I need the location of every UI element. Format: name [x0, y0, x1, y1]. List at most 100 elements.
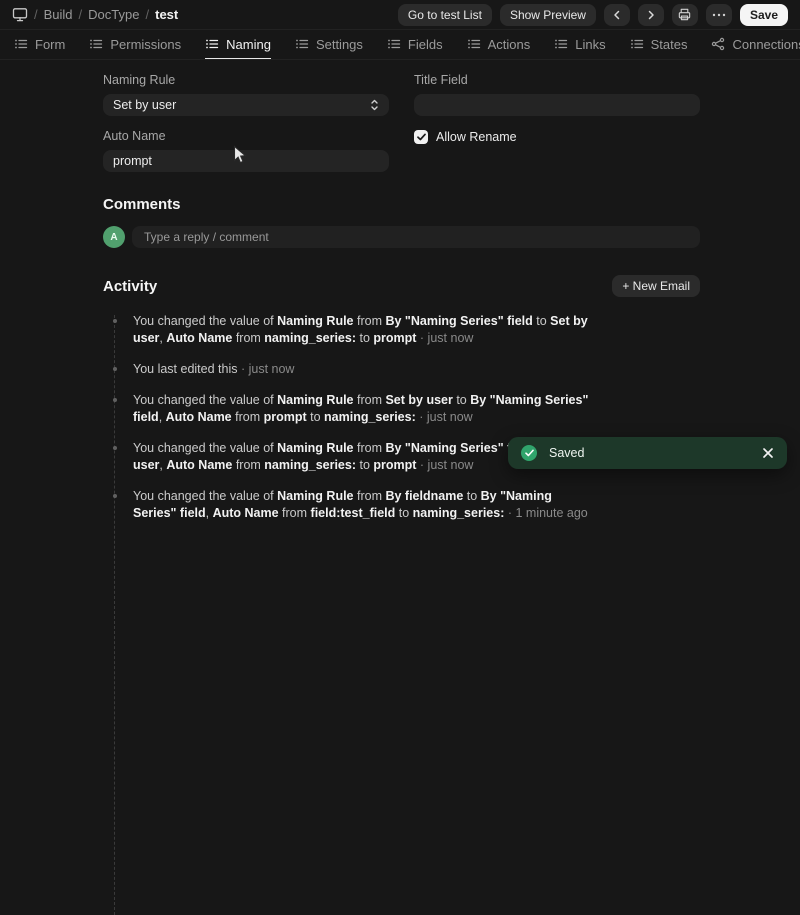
- tab-label: Connections: [732, 37, 800, 52]
- left-column: Naming Rule Set by user Auto Name: [103, 73, 389, 172]
- breadcrumb-current: test: [155, 7, 178, 22]
- tab-label: Settings: [316, 37, 363, 52]
- tab-states[interactable]: States: [630, 30, 688, 59]
- breadcrumb-link-doctype[interactable]: DocType: [88, 7, 139, 22]
- activity-text-segment: from: [232, 410, 264, 424]
- avatar: A: [103, 226, 125, 248]
- activity-text-segment: You last edited this: [133, 362, 237, 376]
- activity-text-segment: naming_series:: [413, 506, 505, 520]
- go-to-list-button[interactable]: Go to test List: [398, 4, 492, 26]
- tab-label: Permissions: [110, 37, 181, 52]
- activity-text-segment: from: [354, 489, 386, 503]
- new-email-button[interactable]: + New Email: [612, 275, 700, 297]
- activity-text-segment: · just now: [237, 362, 294, 376]
- connections-icon: [711, 37, 725, 51]
- activity-text-segment: Naming Rule: [277, 314, 353, 328]
- prev-button[interactable]: [604, 4, 630, 26]
- tab-label: Naming: [226, 37, 271, 52]
- select-chevrons-icon: [370, 98, 379, 112]
- tab-label: Fields: [408, 37, 443, 52]
- next-button[interactable]: [638, 4, 664, 26]
- allow-rename-label: Allow Rename: [436, 130, 517, 144]
- activity-text-segment: By "Naming Series" field: [385, 314, 532, 328]
- toast-saved: Saved: [508, 437, 787, 469]
- activity-text-segment: naming_series:: [264, 458, 356, 472]
- tab-label: Actions: [488, 37, 531, 52]
- title-field-input[interactable]: [414, 94, 700, 116]
- list-icon: [630, 37, 644, 51]
- auto-name-input[interactable]: [103, 150, 389, 172]
- activity-text-segment: to: [395, 506, 412, 520]
- chevron-right-icon: [646, 10, 656, 20]
- print-button[interactable]: [672, 4, 698, 26]
- right-column: Title Field Allow Rename: [414, 73, 700, 172]
- activity-text-segment: You changed the value of: [133, 489, 277, 503]
- activity-text-segment: from: [354, 314, 386, 328]
- activity-text-segment: ,: [159, 410, 166, 424]
- activity-header: Activity + New Email: [103, 275, 700, 297]
- activity-text-segment: to: [356, 458, 373, 472]
- activity-text-segment: naming_series:: [264, 331, 356, 345]
- activity-entry: You changed the value of Naming Rule fro…: [103, 488, 590, 522]
- activity-text-segment: By fieldname: [385, 489, 463, 503]
- activity-text-segment: from: [279, 506, 311, 520]
- activity-text-segment: from: [354, 441, 386, 455]
- timeline-dot: [113, 319, 117, 323]
- comment-input[interactable]: [132, 226, 700, 248]
- auto-name-label: Auto Name: [103, 129, 389, 143]
- tab-connections[interactable]: Connections: [711, 30, 800, 59]
- save-button[interactable]: Save: [740, 4, 788, 26]
- navbar-actions: Go to test List Show Preview Save: [398, 4, 788, 26]
- title-field-label: Title Field: [414, 73, 700, 87]
- tab-actions[interactable]: Actions: [467, 30, 531, 59]
- activity-timeline: You changed the value of Naming Rule fro…: [103, 313, 700, 522]
- activity-text-segment: prompt: [373, 458, 416, 472]
- monitor-icon[interactable]: [12, 7, 28, 22]
- activity-heading: Activity: [103, 278, 157, 295]
- tab-form[interactable]: Form: [14, 30, 65, 59]
- activity-text-segment: · just now: [416, 410, 473, 424]
- activity-entry: You changed the value of Naming Rule fro…: [103, 313, 590, 347]
- activity-text-segment: from: [232, 458, 264, 472]
- tab-links[interactable]: Links: [554, 30, 605, 59]
- naming-rule-select[interactable]: Set by user: [103, 94, 389, 116]
- activity-text-segment: naming_series:: [324, 410, 416, 424]
- tab-naming[interactable]: Naming: [205, 30, 271, 59]
- list-icon: [295, 37, 309, 51]
- activity-text-segment: from: [232, 331, 264, 345]
- tab-settings[interactable]: Settings: [295, 30, 363, 59]
- tab-label: Form: [35, 37, 65, 52]
- list-icon: [387, 37, 401, 51]
- allow-rename-checkbox[interactable]: Allow Rename: [414, 130, 700, 144]
- timeline-dot: [113, 494, 117, 498]
- show-preview-button[interactable]: Show Preview: [500, 4, 596, 26]
- list-icon: [205, 37, 219, 51]
- activity-text-segment: to: [463, 489, 480, 503]
- activity-text-segment: to: [533, 314, 550, 328]
- activity-text-segment: to: [307, 410, 324, 424]
- comments-section: Comments A: [103, 196, 700, 248]
- activity-section: Activity + New Email You changed the val…: [103, 275, 700, 522]
- list-icon: [89, 37, 103, 51]
- toast-message: Saved: [549, 446, 584, 460]
- chevron-left-icon: [612, 10, 622, 20]
- activity-text-segment: You changed the value of: [133, 441, 277, 455]
- activity-entry: You changed the value of Naming Rule fro…: [103, 392, 590, 426]
- activity-text-segment: You changed the value of: [133, 314, 277, 328]
- activity-text-segment: · just now: [416, 331, 473, 345]
- timeline-dot: [113, 398, 117, 402]
- tab-permissions[interactable]: Permissions: [89, 30, 181, 59]
- activity-text-segment: to: [356, 331, 373, 345]
- tab-label: States: [651, 37, 688, 52]
- checkbox-check-icon: [414, 130, 428, 144]
- toast-close-button[interactable]: [762, 447, 774, 459]
- activity-text-segment: Naming Rule: [277, 393, 353, 407]
- breadcrumb-link-build[interactable]: Build: [44, 7, 73, 22]
- ellipsis-icon: [712, 13, 726, 17]
- menu-button[interactable]: [706, 4, 732, 26]
- activity-text-segment: · just now: [416, 458, 473, 472]
- breadcrumb-separator: /: [145, 7, 149, 22]
- activity-text-segment: You changed the value of: [133, 393, 277, 407]
- tab-fields[interactable]: Fields: [387, 30, 443, 59]
- tab-bar: Form Permissions Naming Settings Fields Actio…: [0, 30, 800, 60]
